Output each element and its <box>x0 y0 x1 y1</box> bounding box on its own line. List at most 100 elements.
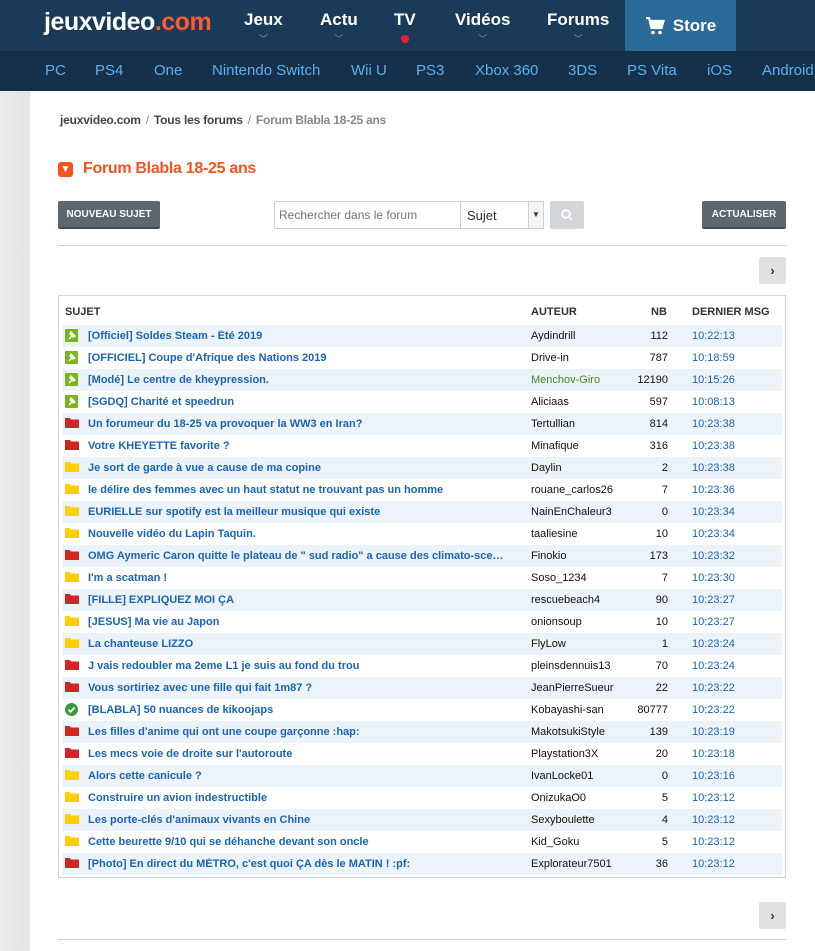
platform-link[interactable]: Nintendo Switch <box>212 62 320 79</box>
breadcrumb-forums[interactable]: Tous les forums <box>154 113 243 127</box>
table-row[interactable]: [Officiel] Soldes Steam - Été 2019 Aydind… <box>62 325 782 347</box>
topic-last-message-link[interactable]: 10:23:38 <box>692 418 735 430</box>
new-topic-button[interactable]: NOUVEAU SUJET <box>58 201 160 229</box>
topic-title-link[interactable]: I'm a scatman ! <box>88 572 506 584</box>
topic-title-link[interactable]: Un forumeur du 18-25 va provoquer la WW3… <box>88 418 506 430</box>
topic-title-link[interactable]: Alors cette canicule ? <box>88 770 506 782</box>
topic-title-link[interactable]: OMG Aymeric Caron quitte le plateau de "… <box>88 550 506 562</box>
topic-last-message-link[interactable]: 10:23:24 <box>692 660 735 672</box>
chevron-down-icon[interactable]: ▼ <box>58 161 73 177</box>
table-row[interactable]: Construire un avion indestructible Onizuk… <box>62 787 782 809</box>
topic-title-link[interactable]: Vous sortiriez avec une fille qui fait 1… <box>88 682 506 694</box>
topic-last-message-link[interactable]: 10:23:24 <box>692 638 735 650</box>
store-button[interactable]: Store <box>625 0 736 51</box>
column-header-last[interactable]: DERNIER MSG <box>692 306 770 318</box>
platform-link[interactable]: One <box>154 62 182 79</box>
topic-last-message-link[interactable]: 10:23:36 <box>692 484 735 496</box>
breadcrumb-home[interactable]: jeuxvideo.com <box>60 113 141 127</box>
table-row[interactable]: Vous sortiriez avec une fille qui fait 1… <box>62 677 782 699</box>
platform-link[interactable]: PS3 <box>416 62 444 79</box>
platform-link[interactable]: PC <box>45 62 66 79</box>
table-row[interactable]: [SGDQ] Charité et speedrun Aliciaas 597 10:… <box>62 391 782 413</box>
topic-author[interactable]: NainEnChaleur3 <box>531 506 612 518</box>
topic-last-message-link[interactable]: 10:15:26 <box>692 374 735 386</box>
next-page-button[interactable]: › <box>759 902 786 929</box>
topic-author[interactable]: taaliesine <box>531 528 577 540</box>
table-row[interactable]: [Photo] En direct du MÉTRO, c'est quoi Ç… <box>62 853 782 875</box>
topic-last-message-link[interactable]: 10:23:19 <box>692 726 735 738</box>
topic-title-link[interactable]: EURIELLE sur spotify est la meilleur mus… <box>88 506 506 518</box>
topic-author[interactable]: rescuebeach4 <box>531 594 600 606</box>
topic-last-message-link[interactable]: 10:23:32 <box>692 550 735 562</box>
topic-author[interactable]: Drive-in <box>531 352 569 364</box>
platform-link[interactable]: iOS <box>707 62 732 79</box>
search-button[interactable] <box>550 201 584 229</box>
topic-last-message-link[interactable]: 10:23:34 <box>692 506 735 518</box>
table-row[interactable]: Un forumeur du 18-25 va provoquer la WW3… <box>62 413 782 435</box>
next-page-button[interactable]: › <box>759 257 786 284</box>
topic-last-message-link[interactable]: 10:23:27 <box>692 594 735 606</box>
topic-author[interactable]: rouane_carlos26 <box>531 484 613 496</box>
table-row[interactable]: Les porte-clés d'animaux vivants en Chin… <box>62 809 782 831</box>
column-header-author[interactable]: AUTEUR <box>531 306 577 318</box>
topic-author[interactable]: MakotsukiStyle <box>531 726 605 738</box>
topic-author[interactable]: FlyLow <box>531 638 566 650</box>
platform-link[interactable]: PS Vita <box>627 62 677 79</box>
topic-title-link[interactable]: Construire un avion indestructible <box>88 792 506 804</box>
table-row[interactable]: le délire des femmes avec un haut statut… <box>62 479 782 501</box>
topic-title-link[interactable]: [Photo] En direct du MÉTRO, c'est quoi Ç… <box>88 858 506 870</box>
table-row[interactable]: Les filles d'anime qui ont une coupe gar… <box>62 721 782 743</box>
table-row[interactable]: Votre KHEYETTE favorite ? Minafique 316 10:… <box>62 435 782 457</box>
refresh-button[interactable]: ACTUALISER <box>702 201 786 229</box>
platform-link[interactable]: Wii U <box>351 62 387 79</box>
topic-author[interactable]: Minafique <box>531 440 579 452</box>
table-row[interactable]: La chanteuse LIZZO FlyLow 1 10:23:24 <box>62 633 782 655</box>
topic-title-link[interactable]: [FILLE] EXPLIQUEZ MOI ÇA <box>88 594 506 606</box>
topic-title-link[interactable]: Les porte-clés d'animaux vivants en Chin… <box>88 814 506 826</box>
search-input[interactable] <box>274 201 484 229</box>
nav-forums[interactable]: Forums ﹀ <box>547 10 609 45</box>
table-row[interactable]: [BLABLA] 50 nuances de kikoojaps Kobayash… <box>62 699 782 721</box>
search-mode-select[interactable]: Sujet ▼ <box>460 201 544 229</box>
topic-title-link[interactable]: [SGDQ] Charité et speedrun <box>88 396 506 408</box>
topic-title-link[interactable]: Les mecs voie de droite sur l'autoroute <box>88 748 506 760</box>
topic-author[interactable]: Kobayashi-san <box>531 704 604 716</box>
nav-actu[interactable]: Actu ﹀ <box>320 10 358 45</box>
topic-last-message-link[interactable]: 10:23:34 <box>692 528 735 540</box>
table-row[interactable]: [Modé] Le centre de kheypression. Menchov… <box>62 369 782 391</box>
topic-author[interactable]: pleinsdennuis13 <box>531 660 611 672</box>
topic-author[interactable]: IvanLocke01 <box>531 770 593 782</box>
table-row[interactable]: Je sort de garde à vue a cause de ma cop… <box>62 457 782 479</box>
nav-videos[interactable]: Vidéos ﹀ <box>455 10 510 45</box>
nav-tv[interactable]: TV <box>394 10 416 43</box>
table-row[interactable]: I'm a scatman ! Soso_1234 7 10:23:30 <box>62 567 782 589</box>
topic-author[interactable]: JeanPierreSueur <box>531 682 614 694</box>
topic-last-message-link[interactable]: 10:23:30 <box>692 572 735 584</box>
topic-title-link[interactable]: [Officiel] Soldes Steam - Été 2019 <box>88 330 506 342</box>
topic-author[interactable]: onionsoup <box>531 616 582 628</box>
nav-jeux[interactable]: Jeux ﹀ <box>244 10 283 45</box>
platform-link[interactable]: Android <box>762 62 814 79</box>
topic-last-message-link[interactable]: 10:18:59 <box>692 352 735 364</box>
platform-link[interactable]: PS4 <box>95 62 123 79</box>
topic-last-message-link[interactable]: 10:23:22 <box>692 704 735 716</box>
topic-author[interactable]: Explorateur7501 <box>531 858 612 870</box>
topic-title-link[interactable]: La chanteuse LIZZO <box>88 638 506 650</box>
topic-author[interactable]: Aydindrill <box>531 330 575 342</box>
topic-title-link[interactable]: Votre KHEYETTE favorite ? <box>88 440 506 452</box>
table-row[interactable]: Alors cette canicule ? IvanLocke01 0 10:23:… <box>62 765 782 787</box>
table-row[interactable]: [OFFICIEL] Coupe d'Afrique des Nations 2… <box>62 347 782 369</box>
topic-title-link[interactable]: Nouvelle vidéo du Lapin Taquin. <box>88 528 506 540</box>
topic-last-message-link[interactable]: 10:23:38 <box>692 440 735 452</box>
topic-last-message-link[interactable]: 10:23:12 <box>692 792 735 804</box>
topic-last-message-link[interactable]: 10:22:13 <box>692 330 735 342</box>
column-header-nb[interactable]: NB <box>651 306 667 318</box>
topic-title-link[interactable]: [Modé] Le centre de kheypression. <box>88 374 506 386</box>
topic-author[interactable]: Sexyboulette <box>531 814 595 826</box>
table-row[interactable]: [JESUS] Ma vie au Japon onionsoup 10 10:23:… <box>62 611 782 633</box>
topic-title-link[interactable]: Je sort de garde à vue a cause de ma cop… <box>88 462 506 474</box>
site-logo[interactable]: jeuxvideo.com <box>44 8 212 37</box>
topic-last-message-link[interactable]: 10:23:12 <box>692 836 735 848</box>
topic-author[interactable]: Finokio <box>531 550 566 562</box>
topic-author[interactable]: Playstation3X <box>531 748 598 760</box>
